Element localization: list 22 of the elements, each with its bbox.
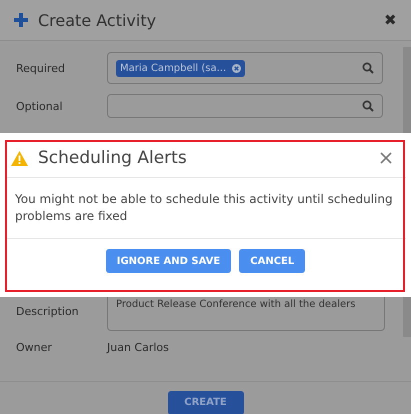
- alert-message: You might not be able to schedule this activity until scheduling problems are fixed: [5, 178, 406, 239]
- person-tag: Maria Campbell (sa...: [116, 60, 246, 76]
- field-label: Required: [16, 62, 66, 74]
- description-text: Product Release Conference with all the dealers: [116, 299, 356, 310]
- field-label: Optional: [16, 100, 64, 112]
- modal-title: Create Activity: [38, 10, 158, 30]
- search-icon[interactable]: [362, 62, 374, 74]
- warning-icon: [11, 150, 28, 166]
- field-label: Owner: [16, 341, 53, 354]
- lookup-field[interactable]: Maria Campbell (sa...: [107, 52, 383, 84]
- search-icon[interactable]: [362, 100, 374, 112]
- owner-value: Juan Carlos: [107, 341, 169, 354]
- dialog-title: Scheduling Alerts: [38, 148, 188, 168]
- dialog-button[interactable]: IGNORE AND SAVE: [106, 249, 232, 273]
- plus-icon: [14, 13, 28, 27]
- lookup-field[interactable]: [107, 94, 383, 118]
- close-icon[interactable]: [380, 152, 392, 164]
- remove-icon[interactable]: [232, 64, 242, 72]
- dialog-button[interactable]: CANCEL: [239, 249, 306, 273]
- field-label: Description: [16, 304, 80, 318]
- create-button[interactable]: CREATE: [168, 390, 244, 414]
- close-button[interactable]: ✖: [384, 11, 397, 29]
